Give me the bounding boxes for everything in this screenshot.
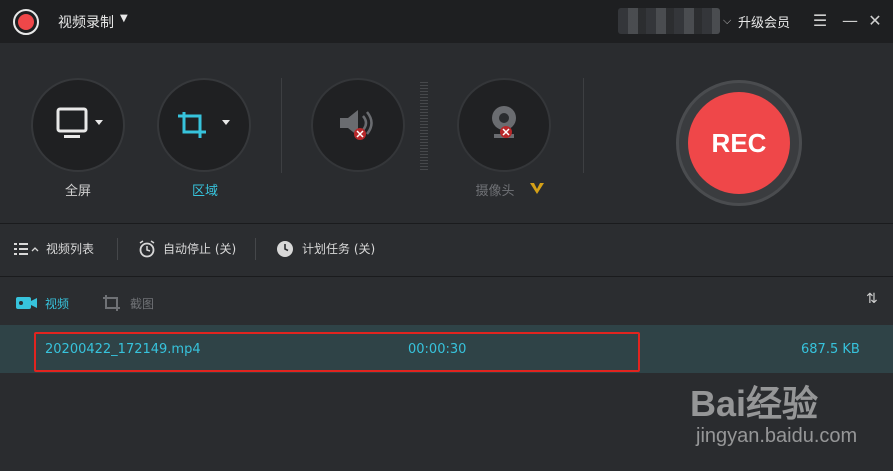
tab-video[interactable]: 视频 bbox=[45, 295, 69, 312]
media-tabs: 视频 截图 ⇅ bbox=[0, 277, 893, 325]
options-divider bbox=[255, 238, 256, 260]
fullscreen-label: 全屏 bbox=[64, 184, 91, 199]
watermark-brand: Bai经验 bbox=[690, 383, 819, 424]
title-bar: 视频录制 ▼ ⌵ 升级会员 ☰ — ✕ bbox=[0, 0, 893, 43]
clock-icon bbox=[277, 241, 293, 257]
title-dropdown-icon[interactable]: ▼ bbox=[120, 13, 128, 24]
toolbar-grip[interactable] bbox=[420, 80, 428, 170]
toolbar-divider bbox=[281, 78, 282, 173]
tab-screenshot[interactable]: 截图 bbox=[130, 295, 154, 312]
speaker-disabled-icon bbox=[340, 110, 373, 140]
options-divider bbox=[117, 238, 118, 260]
file-size: 687.5 KB bbox=[801, 342, 860, 357]
toolbar-divider bbox=[583, 78, 584, 173]
list-toggle-icon[interactable] bbox=[14, 242, 40, 256]
sort-icon[interactable]: ⇅ bbox=[866, 291, 878, 307]
account-chevron-down-icon[interactable]: ⌵ bbox=[723, 14, 731, 28]
user-account-blurred[interactable] bbox=[618, 8, 720, 34]
scheduled-task-button[interactable]: 计划任务 (关) bbox=[302, 240, 375, 257]
app-logo-icon bbox=[13, 9, 39, 35]
video-list-toggle[interactable]: 视频列表 bbox=[46, 240, 94, 257]
auto-stop-button[interactable]: 自动停止 (关) bbox=[163, 240, 236, 257]
webcam-disabled-icon bbox=[492, 106, 516, 138]
alarm-clock-icon bbox=[139, 240, 155, 258]
monitor-icon bbox=[56, 107, 103, 138]
region-label: 区域 bbox=[191, 184, 218, 199]
crop-icon bbox=[178, 112, 230, 138]
options-bar: 视频列表 自动停止 (关) 计划任务 (关) bbox=[0, 224, 893, 277]
app-title[interactable]: 视频录制 bbox=[58, 12, 114, 32]
camera-label: 摄像头 bbox=[475, 184, 515, 199]
minimize-icon[interactable]: — bbox=[838, 9, 862, 33]
camera-dropdown-icon[interactable] bbox=[529, 181, 545, 195]
close-icon[interactable]: ✕ bbox=[863, 9, 887, 33]
annotation-highlight-box bbox=[34, 332, 640, 372]
upgrade-member-button[interactable]: 升级会员 bbox=[738, 12, 790, 31]
menu-icon[interactable]: ☰ bbox=[808, 9, 832, 33]
video-camera-icon bbox=[16, 297, 37, 309]
baidu-watermark: Bai经验 jingyan.baidu.com bbox=[690, 375, 890, 465]
record-button-label[interactable]: REC bbox=[688, 92, 790, 194]
watermark-url: jingyan.baidu.com bbox=[696, 425, 858, 447]
screenshot-crop-icon bbox=[103, 295, 120, 311]
